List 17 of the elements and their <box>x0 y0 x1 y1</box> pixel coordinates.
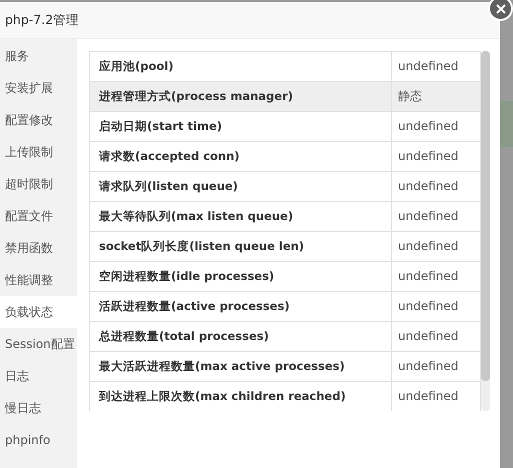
close-icon <box>496 4 506 14</box>
table-cell: 到达进程上限次数(max children reached) <box>90 382 392 411</box>
sidebar-item[interactable]: 性能调整 <box>0 264 77 296</box>
close-button[interactable] <box>488 0 513 21</box>
sidebar-item[interactable]: 超时限制 <box>0 168 77 200</box>
sidebar-item[interactable]: 配置文件 <box>0 200 77 232</box>
window-title: php-7.2管理 <box>5 10 80 29</box>
sidebar-item[interactable]: 配置修改 <box>0 104 77 136</box>
sidebar-item[interactable]: 禁用函数 <box>0 232 77 264</box>
sidebar-item[interactable]: 负载状态 <box>0 296 77 328</box>
sidebar-item[interactable]: 慢日志 <box>0 392 77 424</box>
sidebar-item[interactable]: Session配置 <box>0 328 77 360</box>
sidebar-item[interactable]: 日志 <box>0 360 77 392</box>
sidebar-item[interactable]: 服务 <box>0 40 77 72</box>
sidebar-item[interactable]: 安装扩展 <box>0 72 77 104</box>
sidebar-item[interactable]: phpinfo <box>0 424 77 456</box>
sidebar-item[interactable]: 上传限制 <box>0 136 77 168</box>
